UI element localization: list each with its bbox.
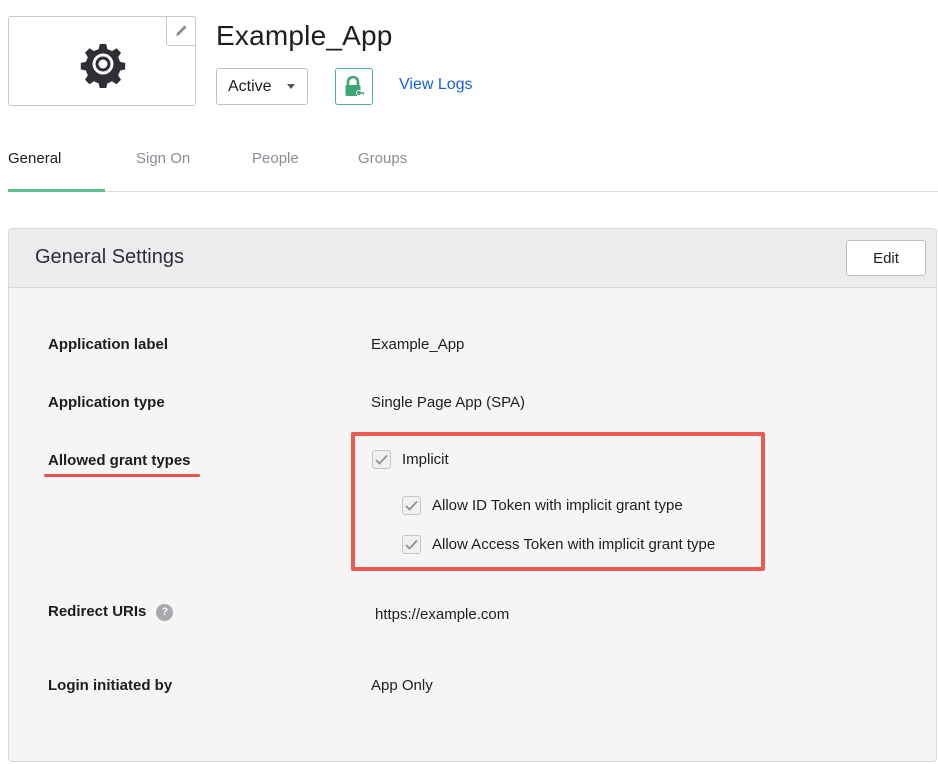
gear-icon — [80, 44, 126, 88]
redirect-uris-label: Redirect URIs — [48, 603, 147, 620]
edit-button[interactable]: Edit — [846, 240, 926, 276]
help-icon[interactable]: ? — [156, 603, 174, 621]
id-token-label: Allow ID Token with implicit grant type — [432, 497, 683, 514]
app-logo-box — [8, 16, 196, 106]
application-type-label: Application type — [48, 394, 165, 411]
panel-title: General Settings — [35, 246, 184, 268]
login-initiated-value: App Only — [371, 677, 433, 694]
tab-sign-on[interactable]: Sign On — [136, 150, 190, 167]
app-settings-page: Example_App Active View Logs General Sig… — [0, 0, 938, 764]
login-initiated-label: Login initiated by — [48, 677, 173, 694]
redirect-uris-row: Redirect URIs? — [48, 603, 174, 621]
lock-key-icon — [345, 75, 364, 96]
status-dropdown[interactable]: Active — [216, 68, 308, 105]
application-label-value: Example_App — [371, 336, 465, 353]
id-token-checkbox[interactable] — [402, 496, 421, 515]
annotation-underline — [44, 474, 200, 477]
access-token-label: Allow Access Token with implicit grant t… — [432, 536, 716, 553]
tab-bar: General Sign On People Groups — [8, 140, 938, 192]
checkmark-icon — [375, 454, 388, 465]
view-logs-link[interactable]: View Logs — [399, 76, 473, 94]
general-settings-panel: General Settings Edit Application label … — [8, 228, 937, 762]
panel-header: General Settings Edit — [9, 229, 936, 288]
application-label-label: Application label — [48, 336, 169, 353]
implicit-checkbox[interactable] — [372, 450, 391, 469]
grant-types-label: Allowed grant types — [48, 452, 191, 469]
tab-groups[interactable]: Groups — [358, 150, 407, 167]
tab-general[interactable]: General — [8, 150, 61, 167]
grant-option-id-token[interactable]: Allow ID Token with implicit grant type — [402, 496, 683, 515]
push-groups-button[interactable] — [335, 68, 373, 105]
grant-option-access-token[interactable]: Allow Access Token with implicit grant t… — [402, 535, 715, 554]
implicit-label: Implicit — [402, 451, 449, 468]
pencil-icon — [176, 25, 187, 36]
active-tab-indicator — [8, 189, 105, 192]
chevron-down-icon — [287, 84, 295, 89]
status-value: Active — [228, 77, 272, 95]
checkmark-icon — [405, 539, 418, 550]
checkmark-icon — [405, 500, 418, 511]
app-title: Example_App — [216, 20, 393, 51]
application-type-value: Single Page App (SPA) — [371, 394, 525, 411]
access-token-checkbox[interactable] — [402, 535, 421, 554]
edit-logo-button[interactable] — [166, 16, 196, 46]
grant-option-implicit[interactable]: Implicit — [372, 450, 449, 469]
tab-people[interactable]: People — [252, 150, 299, 167]
redirect-uris-value: https://example.com — [375, 606, 510, 623]
